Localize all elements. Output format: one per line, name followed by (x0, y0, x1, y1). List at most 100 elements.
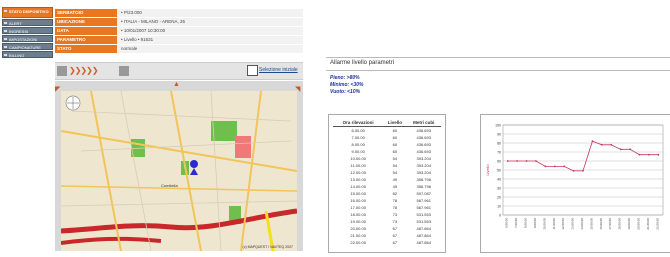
sidebar-item-0[interactable]: STATO DISPOSITIVO (2, 7, 53, 18)
table-cell: 67 (392, 240, 398, 245)
initial-selection-link[interactable]: Selezione iniziale (259, 67, 298, 73)
table-cell: 11.00.00 (350, 163, 366, 168)
map-copyright: (c) MAPQUEST / NAVTEQ 2007 (242, 245, 293, 249)
info-key: DATA (55, 27, 117, 35)
device-panel: STATO DISPOSITIVO ALERT INGRESSI IMPOSTAZIO… (0, 0, 310, 252)
sidebar-item-1[interactable]: ALERT (2, 19, 53, 26)
table-cell: 12.00.00 (350, 170, 366, 175)
y-axis-label: Livello (485, 164, 490, 176)
table-cell: 393.204 (416, 163, 431, 168)
legend-empty: Vuoto: <10% (330, 89, 361, 95)
table-row: 14.00.00 49 356.796 (333, 183, 441, 190)
x-tick-label: 18.00.00 (618, 218, 622, 230)
readings-table-box: Ora rilevazioni Livello Metri cubi 6.00.… (328, 114, 446, 253)
table-cell: 436.693 (416, 135, 431, 140)
table-cell: 49 (392, 177, 398, 182)
selection-icon[interactable] (247, 65, 258, 76)
table-row: 15.00.00 82 597.087 (333, 190, 441, 197)
info-key: STATO (55, 45, 117, 53)
map-zoom-controls[interactable] (65, 95, 81, 111)
table-cell: 20.00.00 (350, 226, 366, 231)
table-cell: 531.553 (416, 219, 431, 224)
y-tick-label: 100 (495, 124, 501, 128)
info-key: UBICAZIONE (55, 18, 117, 26)
x-tick-label: 13.00.00 (571, 218, 575, 230)
level-report: Allarme livello parametri Pieno: >80% Mi… (326, 57, 670, 253)
table-cell: 10.00.00 (350, 156, 366, 161)
table-cell: 567.961 (416, 205, 431, 210)
sidebar-item-5[interactable]: BILLING (2, 51, 53, 58)
data-point (619, 148, 622, 151)
forward-button[interactable] (119, 66, 129, 76)
table-cell: 78 (392, 205, 398, 210)
back-button[interactable] (57, 66, 67, 76)
table-cell: 393.204 (416, 170, 431, 175)
logo (2, 0, 53, 6)
x-tick-label: 21.00.00 (646, 218, 650, 230)
table-row: 7.00.00 60 436.693 (333, 134, 441, 141)
table-cell: 9.00.00 (351, 149, 365, 154)
table-cell: 54 (392, 163, 398, 168)
data-point (591, 140, 594, 143)
x-tick-label: 11.00.00 (552, 218, 556, 230)
data-point (610, 143, 613, 146)
table-cell: 15.00.00 (350, 191, 366, 196)
table-cell: 60 (392, 149, 398, 154)
data-point (629, 148, 631, 151)
table-row: 9.00.00 60 436.693 (333, 148, 441, 155)
data-point (572, 170, 575, 172)
info-value: normale (117, 45, 303, 53)
table-row: 22.00.00 67 487.864 (333, 239, 441, 246)
x-tick-label: 10.00.00 (542, 218, 546, 230)
table-row: 16.00.00 78 567.961 (333, 197, 441, 204)
readings-table: Ora rilevazioni Livello Metri cubi 6.00.… (333, 119, 441, 246)
x-tick-label: 16.00.00 (599, 218, 603, 230)
y-tick-label: 50 (497, 169, 501, 173)
table-cell: 18.00.00 (350, 212, 366, 217)
info-key: SERBATOIO (55, 9, 117, 17)
table-cell: 73 (392, 219, 398, 224)
data-point (582, 170, 584, 172)
x-tick-label: 22.00.00 (655, 218, 659, 230)
table-row: 17.00.00 78 567.961 (333, 204, 441, 211)
info-value: • 10/01/2007 10:30:00 (117, 27, 303, 35)
table-row: 11.00.00 54 393.204 (333, 162, 441, 169)
table-cell: 487.864 (416, 226, 431, 231)
map-city-label: Comitelia (161, 183, 178, 188)
level-chart-svg: 0 10 20 30 40 50 60 70 80 90 100 6.00.00 7.00.00 8.00… (485, 124, 664, 230)
table-cell: 393.204 (416, 156, 431, 161)
table-cell: 16.00.00 (350, 198, 366, 203)
legend-minimum: Minimo: <30% (330, 82, 364, 88)
data-point (553, 165, 556, 168)
table-row: 13.00.00 49 356.796 (333, 176, 441, 183)
data-point (600, 143, 603, 146)
table-row: 20.00.00 67 487.864 (333, 225, 441, 232)
sidebar-item-4[interactable]: CAMPIONATURE (2, 43, 53, 50)
table-cell: 17.00.00 (350, 205, 366, 210)
data-point (544, 165, 547, 168)
table-cell: 21.00.00 (350, 233, 366, 238)
x-tick-label: 17.00.00 (608, 218, 612, 230)
table-cell: 54 (392, 156, 398, 161)
sidebar-item-2[interactable]: INGRESSI (2, 27, 53, 34)
data-point (563, 165, 566, 168)
sidebar-item-3[interactable]: IMPOSTAZIONI (2, 35, 53, 42)
data-point (516, 160, 519, 162)
x-tick-label: 15.00.00 (589, 218, 593, 230)
table-cell: 60 (392, 142, 398, 147)
table-row: 6.00.00 60 436.693 (333, 127, 441, 135)
data-point (638, 153, 641, 156)
table-cell: 567.961 (416, 198, 431, 203)
x-tick-label: 20.00.00 (636, 218, 640, 230)
info-row: SERBATOIO • P/23.000 (55, 9, 303, 17)
table-cell: 67 (392, 226, 398, 231)
table-cell: 6.00.00 (351, 128, 365, 133)
pan-up-icon[interactable]: ▲ (173, 81, 180, 88)
pan-up-left-icon[interactable]: ◤ (55, 85, 60, 93)
data-point (647, 153, 650, 156)
x-tick-label: 7.00.00 (514, 218, 518, 228)
table-row: 19.00.00 73 531.553 (333, 218, 441, 225)
step-arrows-icon: ❯❯❯❯❯ (69, 66, 98, 75)
table-row: 18.00.00 73 531.553 (333, 211, 441, 218)
map-view[interactable]: Comitelia (c) MAPQUEST / NAVTEQ 2007 (61, 91, 297, 251)
